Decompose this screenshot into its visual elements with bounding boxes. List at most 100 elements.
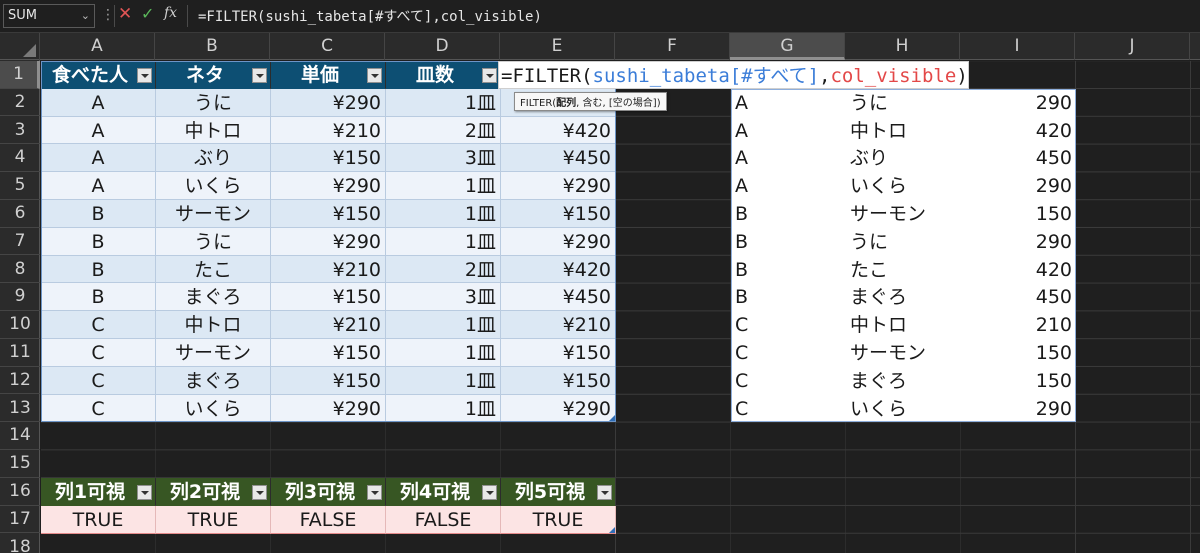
row-header-10[interactable]: 10 [0, 311, 40, 339]
table-cell[interactable]: うに [156, 88, 271, 117]
table-cell[interactable]: B [41, 227, 156, 256]
table-cell[interactable]: 1皿 [386, 200, 501, 228]
filter-dropdown-icon[interactable] [367, 485, 382, 500]
spill-cell[interactable]: B [731, 200, 846, 228]
row-header-15[interactable]: 15 [0, 450, 40, 478]
table-cell[interactable]: ¥150 [271, 200, 386, 228]
table-cell[interactable]: C [41, 394, 156, 423]
table-cell[interactable]: C [41, 339, 156, 367]
table-cell[interactable]: ¥450 [501, 144, 616, 173]
spill-cell[interactable]: 中トロ [846, 116, 961, 145]
spill-cell[interactable]: たこ [846, 255, 961, 284]
table-cell[interactable]: 3皿 [386, 283, 501, 312]
table-cell[interactable]: ¥290 [271, 394, 386, 423]
column-header-g[interactable]: G [730, 33, 845, 60]
row-header-4[interactable]: 4 [0, 144, 40, 173]
visible-header-5[interactable]: 列5可視 [501, 478, 615, 506]
spill-cell[interactable]: A [731, 116, 846, 145]
spill-cell[interactable]: A [731, 172, 846, 200]
table-cell[interactable]: ¥150 [271, 366, 386, 395]
enter-icon[interactable]: ✓ [141, 4, 154, 23]
spill-cell[interactable]: 290 [961, 172, 1076, 200]
spill-cell[interactable]: 420 [961, 255, 1076, 284]
table-header-4[interactable]: 皿数 [386, 61, 500, 89]
filter-dropdown-icon[interactable] [597, 485, 612, 500]
table-cell[interactable]: ¥210 [271, 116, 386, 145]
table-header-1[interactable]: 食べた人 [41, 61, 155, 89]
column-header-i[interactable]: I [960, 33, 1075, 60]
cancel-icon[interactable]: ✕ [118, 4, 132, 24]
table-cell[interactable]: 1皿 [386, 227, 501, 256]
column-header-h[interactable]: H [845, 33, 960, 60]
spill-cell[interactable]: うに [846, 88, 961, 117]
chevron-down-icon[interactable]: ⌄ [81, 5, 90, 27]
table-cell[interactable]: B [41, 283, 156, 312]
table-cell[interactable]: ¥150 [271, 144, 386, 173]
table-cell[interactable]: まぐろ [156, 283, 271, 312]
row-header-8[interactable]: 8 [0, 256, 40, 284]
table-cell[interactable]: ¥150 [501, 366, 616, 395]
table-cell[interactable]: ¥420 [501, 116, 616, 145]
filter-dropdown-icon[interactable] [137, 68, 152, 83]
column-header-j[interactable]: J [1075, 33, 1190, 60]
column-header-c[interactable]: C [270, 33, 385, 60]
spill-cell[interactable]: C [731, 394, 846, 423]
table-cell[interactable]: ¥290 [271, 88, 386, 117]
spill-cell[interactable]: ぶり [846, 144, 961, 173]
table-cell[interactable]: B [41, 255, 156, 284]
insert-function-icon[interactable]: fx [164, 5, 177, 21]
filter-dropdown-icon[interactable] [252, 485, 267, 500]
table-cell[interactable]: 2皿 [386, 255, 501, 284]
spill-cell[interactable]: うに [846, 227, 961, 256]
table-cell[interactable]: たこ [156, 255, 271, 284]
spill-cell[interactable]: 290 [961, 227, 1076, 256]
spill-cell[interactable]: 150 [961, 366, 1076, 395]
spill-cell[interactable]: 290 [961, 88, 1076, 117]
visible-value-5[interactable]: TRUE [501, 505, 616, 534]
row-header-7[interactable]: 7 [0, 228, 40, 256]
spill-cell[interactable]: いくら [846, 394, 961, 423]
visible-header-2[interactable]: 列2可視 [156, 478, 270, 506]
spill-cell[interactable]: A [731, 144, 846, 173]
table-resize-handle[interactable] [609, 415, 615, 422]
spill-cell[interactable]: 290 [961, 394, 1076, 423]
table-header-3[interactable]: 単価 [271, 61, 385, 89]
table-cell[interactable]: いくら [156, 394, 271, 423]
filter-dropdown-icon[interactable] [252, 68, 267, 83]
visible-value-2[interactable]: TRUE [156, 505, 271, 534]
table-cell[interactable]: A [41, 88, 156, 117]
name-box[interactable]: SUM ⌄ [3, 4, 95, 28]
visible-value-3[interactable]: FALSE [271, 505, 386, 534]
visible-header-1[interactable]: 列1可視 [41, 478, 155, 506]
table-cell[interactable]: ¥290 [501, 172, 616, 200]
table-cell[interactable]: B [41, 200, 156, 228]
filter-dropdown-icon[interactable] [482, 68, 497, 83]
spill-cell[interactable]: B [731, 283, 846, 312]
table-cell[interactable]: ぶり [156, 144, 271, 173]
visible-value-4[interactable]: FALSE [386, 505, 501, 534]
table-cell[interactable]: 1皿 [386, 311, 501, 339]
formula-input[interactable]: =FILTER(sushi_tabeta[#すべて],col_visible) [198, 6, 542, 26]
spill-cell[interactable]: 450 [961, 144, 1076, 173]
table-cell[interactable]: 1皿 [386, 339, 501, 367]
column-header-f[interactable]: F [615, 33, 730, 60]
table-cell[interactable]: A [41, 172, 156, 200]
spill-cell[interactable]: B [731, 227, 846, 256]
spill-cell[interactable]: サーモン [846, 200, 961, 228]
row-header-3[interactable]: 3 [0, 117, 40, 145]
visible-value-1[interactable]: TRUE [41, 505, 156, 534]
spill-cell[interactable]: C [731, 366, 846, 395]
spill-cell[interactable]: 150 [961, 339, 1076, 367]
filter-dropdown-icon[interactable] [367, 68, 382, 83]
row-header-5[interactable]: 5 [0, 172, 40, 200]
table-cell[interactable]: ¥290 [501, 227, 616, 256]
spill-cell[interactable]: 中トロ [846, 311, 961, 339]
spill-cell[interactable]: 150 [961, 200, 1076, 228]
table-cell[interactable]: 3皿 [386, 144, 501, 173]
table-cell[interactable]: ¥150 [271, 339, 386, 367]
table-resize-handle[interactable] [609, 526, 615, 533]
table-cell[interactable]: ¥290 [271, 227, 386, 256]
spill-cell[interactable]: まぐろ [846, 366, 961, 395]
table-cell[interactable]: A [41, 144, 156, 173]
table-cell[interactable]: ¥290 [271, 172, 386, 200]
